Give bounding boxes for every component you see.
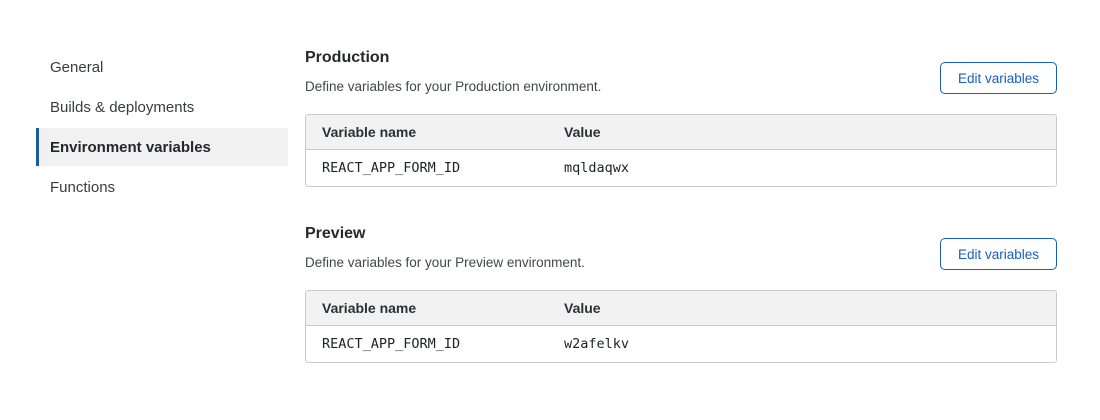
sidebar-item-label: Builds & deployments: [50, 99, 194, 116]
variable-name-cell: REACT_APP_FORM_ID: [306, 326, 548, 363]
production-variables-table: Variable name Value REACT_APP_FORM_ID mq…: [305, 114, 1057, 187]
column-header-value: Value: [548, 291, 1056, 326]
variable-name-cell: REACT_APP_FORM_ID: [306, 150, 548, 187]
edit-variables-button-production[interactable]: Edit variables: [940, 62, 1057, 94]
main-content: Production Define variables for your Pro…: [305, 49, 1057, 401]
sidebar-item-label: Environment variables: [50, 139, 211, 156]
variable-value-cell: w2afelkv: [548, 326, 1056, 363]
sidebar-item-functions[interactable]: Functions: [36, 168, 288, 206]
table-row: REACT_APP_FORM_ID mqldaqwx: [306, 150, 1056, 187]
sidebar-item-label: Functions: [50, 179, 115, 196]
preview-section: Preview Define variables for your Previe…: [305, 225, 1057, 363]
edit-variables-button-preview[interactable]: Edit variables: [940, 238, 1057, 270]
section-description: Define variables for your Production env…: [305, 79, 601, 94]
section-title: Production: [305, 49, 601, 67]
column-header-variable-name: Variable name: [306, 291, 548, 326]
sidebar-item-general[interactable]: General: [36, 48, 288, 86]
settings-sidebar: General Builds & deployments Environment…: [36, 48, 288, 208]
column-header-variable-name: Variable name: [306, 115, 548, 150]
sidebar-item-builds-deployments[interactable]: Builds & deployments: [36, 88, 288, 126]
production-section: Production Define variables for your Pro…: [305, 49, 1057, 187]
sidebar-item-label: General: [50, 59, 103, 76]
section-title: Preview: [305, 225, 585, 243]
sidebar-item-environment-variables[interactable]: Environment variables: [36, 128, 288, 166]
section-description: Define variables for your Preview enviro…: [305, 255, 585, 270]
production-section-text: Production Define variables for your Pro…: [305, 49, 601, 94]
preview-section-header: Preview Define variables for your Previe…: [305, 225, 1057, 270]
environment-variables-settings-page: General Builds & deployments Environment…: [0, 0, 1100, 420]
preview-variables-table: Variable name Value REACT_APP_FORM_ID w2…: [305, 290, 1057, 363]
column-header-value: Value: [548, 115, 1056, 150]
preview-section-text: Preview Define variables for your Previe…: [305, 225, 585, 270]
variable-value-cell: mqldaqwx: [548, 150, 1056, 187]
production-section-header: Production Define variables for your Pro…: [305, 49, 1057, 94]
table-header-row: Variable name Value: [306, 115, 1056, 150]
table-row: REACT_APP_FORM_ID w2afelkv: [306, 326, 1056, 363]
table-header-row: Variable name Value: [306, 291, 1056, 326]
